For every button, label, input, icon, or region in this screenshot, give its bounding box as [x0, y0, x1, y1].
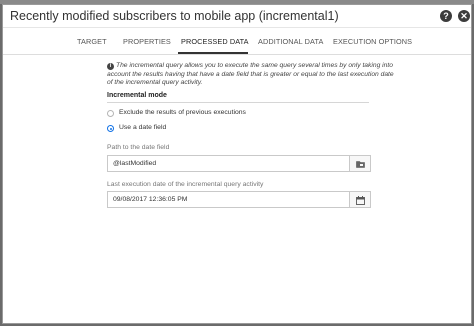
active-tab-indicator: [178, 52, 248, 54]
info-text: The incremental query allows you to exec…: [107, 62, 394, 87]
info-message: i The incremental query allows you to exe…: [107, 62, 397, 88]
last-execution-label: Last execution date of the incremental q…: [107, 181, 264, 188]
dialog-header: Recently modified subscribers to mobile …: [3, 5, 471, 28]
date-path-input[interactable]: @lastModified: [107, 155, 350, 172]
radio-button-checked[interactable]: [107, 125, 114, 132]
section-divider: [107, 102, 369, 103]
date-picker-button[interactable]: [350, 191, 371, 208]
tab-properties[interactable]: PROPERTIES: [123, 37, 171, 46]
tab-target[interactable]: TARGET: [77, 37, 107, 46]
tab-additional-data[interactable]: ADDITIONAL DATA: [258, 37, 323, 46]
radio-button[interactable]: [107, 110, 114, 117]
incremental-query-dialog: Recently modified subscribers to mobile …: [2, 4, 472, 324]
browse-path-button[interactable]: [350, 155, 371, 172]
info-icon: i: [107, 63, 114, 70]
help-icon[interactable]: ?: [440, 10, 452, 22]
radio-label: Use a date field: [119, 124, 167, 131]
folder-icon: [356, 161, 365, 168]
last-execution-input[interactable]: 09/08/2017 12:36:05 PM: [107, 191, 350, 208]
tab-execution-options[interactable]: EXECUTION OPTIONS: [333, 37, 412, 46]
calendar-icon: [356, 196, 365, 205]
dialog-title: Recently modified subscribers to mobile …: [10, 9, 339, 23]
tab-bar: TARGET PROPERTIES PROCESSED DATA ADDITIO…: [3, 29, 471, 55]
tab-processed-data[interactable]: PROCESSED DATA: [181, 37, 249, 46]
radio-label: Exclude the results of previous executio…: [119, 109, 246, 116]
incremental-mode-heading: Incremental mode: [107, 92, 167, 99]
close-icon[interactable]: ✕: [458, 10, 470, 22]
date-path-label: Path to the date field: [107, 144, 170, 151]
